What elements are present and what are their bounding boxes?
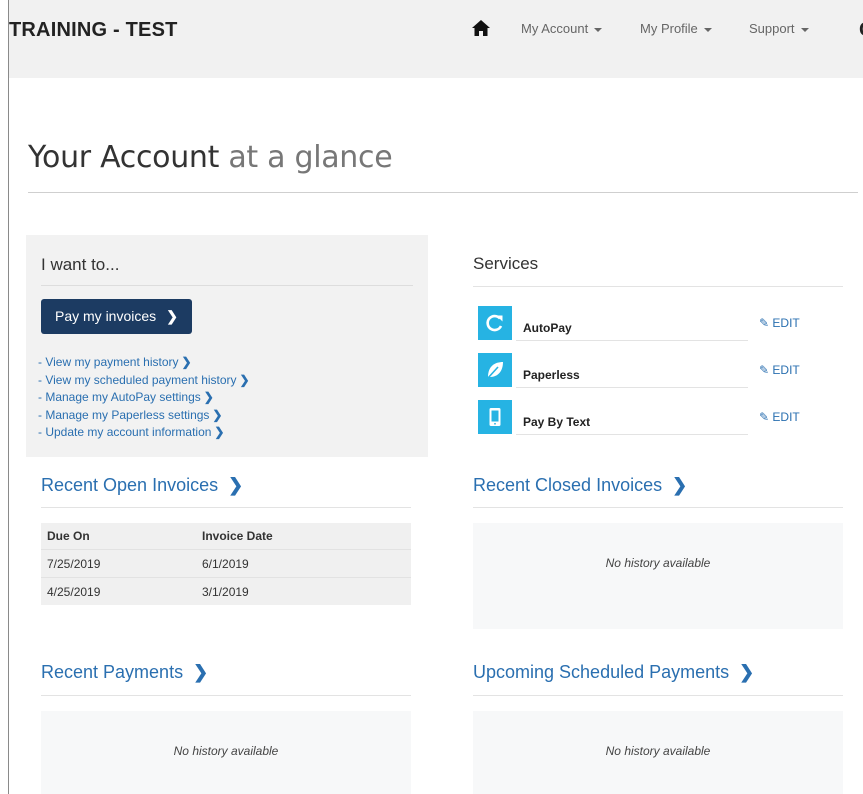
closed-invoices-empty: No history available xyxy=(473,523,843,629)
link-paperless-settings[interactable]: - Manage my Paperless settings ❯ xyxy=(38,407,250,425)
caret-down-icon xyxy=(594,27,603,32)
recent-open-invoices-link[interactable]: Recent Open Invoices ❯ xyxy=(41,475,243,496)
table-row[interactable]: 4/25/2019 3/1/2019 xyxy=(41,577,411,605)
i-want-to-title: I want to... xyxy=(41,255,120,274)
edit-autopay-button[interactable]: ✎ EDIT xyxy=(759,316,800,330)
service-label-pay-by-text: Pay By Text xyxy=(523,415,591,429)
invoice-date-cell: 6/1/2019 xyxy=(202,549,411,578)
service-label-paperless: Paperless xyxy=(523,368,580,382)
pencil-icon: ✎ xyxy=(759,363,770,377)
nav-my-profile[interactable]: My Profile xyxy=(640,21,712,36)
recent-payments-empty: No history available xyxy=(41,711,411,794)
chevron-right-icon: ❯ xyxy=(739,662,755,682)
column-header-due-on: Due On xyxy=(41,523,202,550)
pay-invoices-button[interactable]: Pay my invoices ❯ xyxy=(41,299,192,334)
nav-support-label: Support xyxy=(749,21,795,36)
quick-links: - View my payment history ❯ - View my sch… xyxy=(38,354,250,442)
nav-my-account[interactable]: My Account xyxy=(521,21,603,36)
divider xyxy=(41,695,411,696)
nav-my-profile-label: My Profile xyxy=(640,21,698,36)
edit-paperless-button[interactable]: ✎ EDIT xyxy=(759,363,800,377)
service-row-pay-by-text: Pay By Text ✎ EDIT xyxy=(478,400,848,435)
leaf-icon xyxy=(478,353,512,387)
page-title-main: Your Account xyxy=(28,140,220,175)
nav-my-account-label: My Account xyxy=(521,21,589,36)
chevron-right-icon: ❯ xyxy=(181,355,192,369)
chevron-right-icon: ❯ xyxy=(203,390,214,404)
caret-down-icon xyxy=(800,27,809,32)
pay-invoices-label: Pay my invoices xyxy=(55,308,157,324)
brand-title[interactable]: TRAINING - TEST xyxy=(9,19,178,42)
edit-label: EDIT xyxy=(772,410,800,424)
upcoming-scheduled-payments-title: Upcoming Scheduled Payments xyxy=(473,662,730,682)
link-scheduled-payment-history[interactable]: - View my scheduled payment history ❯ xyxy=(38,372,250,390)
divider xyxy=(516,340,748,341)
chevron-right-icon: ❯ xyxy=(166,308,178,324)
divider xyxy=(473,695,843,696)
link-autopay-settings[interactable]: - Manage my AutoPay settings ❯ xyxy=(38,389,250,407)
link-account-information[interactable]: - Update my account information ❯ xyxy=(38,424,250,442)
divider xyxy=(41,507,411,508)
divider xyxy=(41,285,413,286)
open-invoices-table: Due On Invoice Date 7/25/2019 6/1/2019 4… xyxy=(41,523,411,605)
column-header-invoice-date: Invoice Date xyxy=(202,523,411,550)
services-title: Services xyxy=(473,254,539,273)
divider xyxy=(473,286,843,287)
recent-closed-invoices-title: Recent Closed Invoices xyxy=(473,475,663,495)
top-navbar: TRAINING - TEST My Account My Profile Su… xyxy=(9,0,863,78)
recent-payments-title: Recent Payments xyxy=(41,662,184,682)
mobile-phone-icon xyxy=(478,400,512,434)
page-title-sub: at a glance xyxy=(219,140,393,175)
service-row-paperless: Paperless ✎ EDIT xyxy=(478,353,848,388)
chevron-right-icon: ❯ xyxy=(212,407,223,422)
upcoming-scheduled-payments-link[interactable]: Upcoming Scheduled Payments ❯ xyxy=(473,662,754,683)
left-border xyxy=(8,0,9,794)
recent-open-invoices-title: Recent Open Invoices xyxy=(41,475,219,495)
due-on-cell: 7/25/2019 xyxy=(41,549,202,578)
chevron-right-icon: ❯ xyxy=(193,662,209,682)
divider xyxy=(473,507,843,508)
recent-payments-link[interactable]: Recent Payments ❯ xyxy=(41,662,208,683)
edit-pay-by-text-button[interactable]: ✎ EDIT xyxy=(759,410,800,424)
divider xyxy=(516,434,748,435)
recent-closed-invoices-link[interactable]: Recent Closed Invoices ❯ xyxy=(473,475,687,496)
page-title: Your Account at a glance xyxy=(28,140,393,175)
pencil-icon: ✎ xyxy=(759,316,770,330)
edit-label: EDIT xyxy=(772,316,800,330)
divider xyxy=(28,192,858,193)
table-row[interactable]: 7/25/2019 6/1/2019 xyxy=(41,549,411,578)
chevron-right-icon: ❯ xyxy=(228,475,244,495)
edit-label: EDIT xyxy=(772,363,800,377)
divider xyxy=(516,387,748,388)
nav-support[interactable]: Support xyxy=(749,21,809,36)
home-icon[interactable] xyxy=(472,20,490,36)
pencil-icon: ✎ xyxy=(759,410,770,424)
i-want-to-panel: I want to... Pay my invoices ❯ - View my… xyxy=(26,235,428,457)
chevron-right-icon: ❯ xyxy=(239,372,250,387)
chevron-right-icon: ❯ xyxy=(672,475,688,495)
table-header-row: Due On Invoice Date xyxy=(41,523,411,550)
caret-down-icon xyxy=(703,27,712,32)
due-on-cell: 4/25/2019 xyxy=(41,577,202,605)
refresh-icon xyxy=(478,306,512,340)
nav-cutoff-text: G xyxy=(859,19,863,42)
chevron-right-icon: ❯ xyxy=(214,425,225,439)
service-label-autopay: AutoPay xyxy=(523,321,572,335)
upcoming-payments-empty: No history available xyxy=(473,711,843,794)
link-payment-history[interactable]: - View my payment history ❯ xyxy=(38,354,250,372)
invoice-date-cell: 3/1/2019 xyxy=(202,577,411,605)
service-row-autopay: AutoPay ✎ EDIT xyxy=(478,306,848,341)
